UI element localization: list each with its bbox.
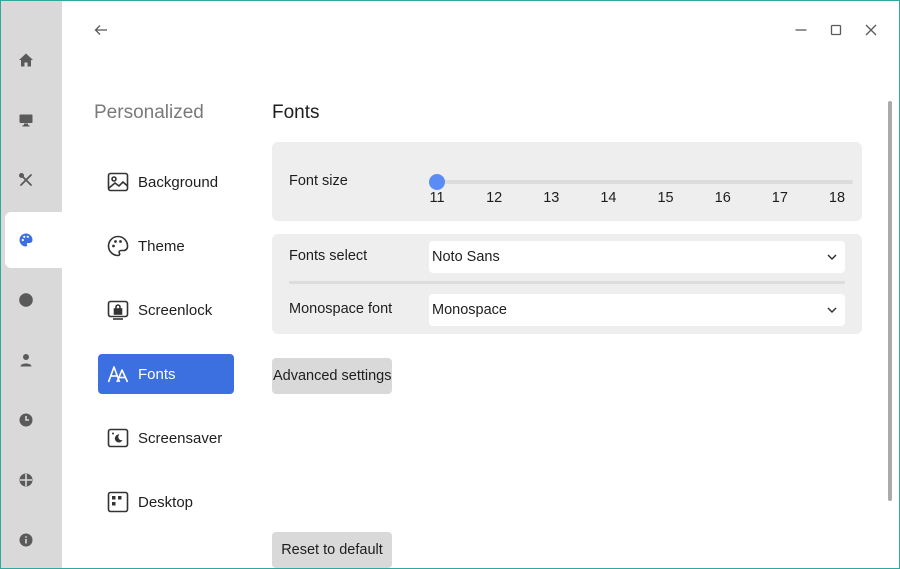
sidebar-item-label: Background	[138, 173, 219, 191]
rail-network[interactable]	[5, 272, 62, 328]
font-size-tick: 17	[771, 190, 788, 206]
network-icon	[19, 293, 33, 307]
image-icon	[106, 170, 130, 194]
rail-info[interactable]	[5, 512, 62, 568]
rail-update[interactable]	[5, 452, 62, 508]
sidebar-item-background[interactable]: Background	[98, 162, 234, 202]
divider	[289, 281, 845, 284]
sidebar-title: Personalized	[94, 102, 204, 123]
sidebar-item-label: Theme	[138, 237, 185, 255]
palette-icon	[19, 233, 33, 247]
monospace-font-label: Monospace font	[289, 301, 393, 317]
maximize-button[interactable]	[824, 19, 848, 41]
rail-tools[interactable]	[5, 152, 62, 208]
advanced-settings-button[interactable]: Advanced settings	[272, 358, 392, 394]
chevron-down-icon	[827, 307, 837, 314]
font-size-tick: 11	[429, 190, 445, 206]
monospace-font-value: Monospace	[432, 302, 507, 318]
sidebar-item-label: Screensaver	[138, 429, 223, 447]
desktop-grid-icon	[106, 490, 130, 514]
rail-user[interactable]	[5, 332, 62, 388]
sidebar-item-label: Desktop	[138, 493, 194, 511]
screenlock-icon	[106, 298, 130, 322]
sidebar-item-label: Screenlock	[138, 301, 213, 319]
category-rail	[1, 1, 62, 568]
font-size-tick: 12	[486, 190, 503, 206]
display-icon	[19, 114, 33, 127]
back-button[interactable]	[89, 19, 113, 41]
screensaver-icon	[106, 426, 130, 450]
font-size-tick: 18	[828, 190, 846, 206]
font-select-card: Fonts select Noto Sans Monospace font Mo…	[272, 234, 862, 334]
sidebar-item-theme[interactable]: Theme	[98, 226, 234, 266]
rail-display[interactable]	[5, 92, 62, 148]
fonts-icon	[106, 362, 130, 386]
minimize-icon	[795, 29, 807, 31]
rail-personalization[interactable]	[5, 212, 62, 268]
fonts-select-label: Fonts select	[289, 248, 368, 264]
palette-icon	[106, 234, 130, 258]
sidebar-item-desktop[interactable]: Desktop	[98, 482, 234, 522]
scrollbar[interactable]	[888, 101, 892, 501]
font-size-tick: 15	[657, 190, 674, 206]
rail-home[interactable]	[5, 32, 62, 88]
sidebar-item-label: Fonts	[138, 365, 176, 383]
font-size-card: Font size 11 12 13 14 15 16 17 18	[272, 142, 862, 221]
close-button[interactable]	[859, 19, 883, 41]
sidebar-item-screenlock[interactable]: Screenlock	[98, 290, 234, 330]
rail-time[interactable]	[5, 392, 62, 448]
sidebar-item-screensaver[interactable]: Screensaver	[98, 418, 234, 458]
font-size-slider-handle[interactable]	[429, 174, 445, 190]
info-icon	[19, 533, 33, 547]
update-icon	[19, 473, 33, 487]
font-size-tick: 14	[600, 190, 617, 206]
tools-icon	[18, 172, 32, 186]
minimize-button[interactable]	[789, 19, 813, 41]
close-icon	[865, 24, 877, 36]
font-size-label: Font size	[289, 173, 348, 189]
font-size-tick: 13	[543, 190, 560, 206]
fonts-select-dropdown[interactable]: Noto Sans	[429, 241, 845, 273]
fonts-select-value: Noto Sans	[432, 249, 500, 265]
font-size-slider[interactable]	[430, 180, 853, 184]
arrow-left-icon	[94, 25, 107, 35]
monospace-font-dropdown[interactable]: Monospace	[429, 294, 845, 326]
font-size-tick: 16	[714, 190, 731, 206]
maximize-icon	[830, 24, 842, 36]
chevron-down-icon	[827, 254, 837, 261]
settings-window: Personalized Background Theme Screenlock…	[0, 0, 900, 569]
reset-to-default-button[interactable]: Reset to default	[272, 532, 392, 568]
page-title: Fonts	[272, 102, 320, 123]
clock-icon	[19, 413, 33, 427]
user-icon	[20, 354, 32, 367]
sidebar-item-fonts[interactable]: Fonts	[98, 354, 234, 394]
home-icon	[19, 53, 33, 67]
